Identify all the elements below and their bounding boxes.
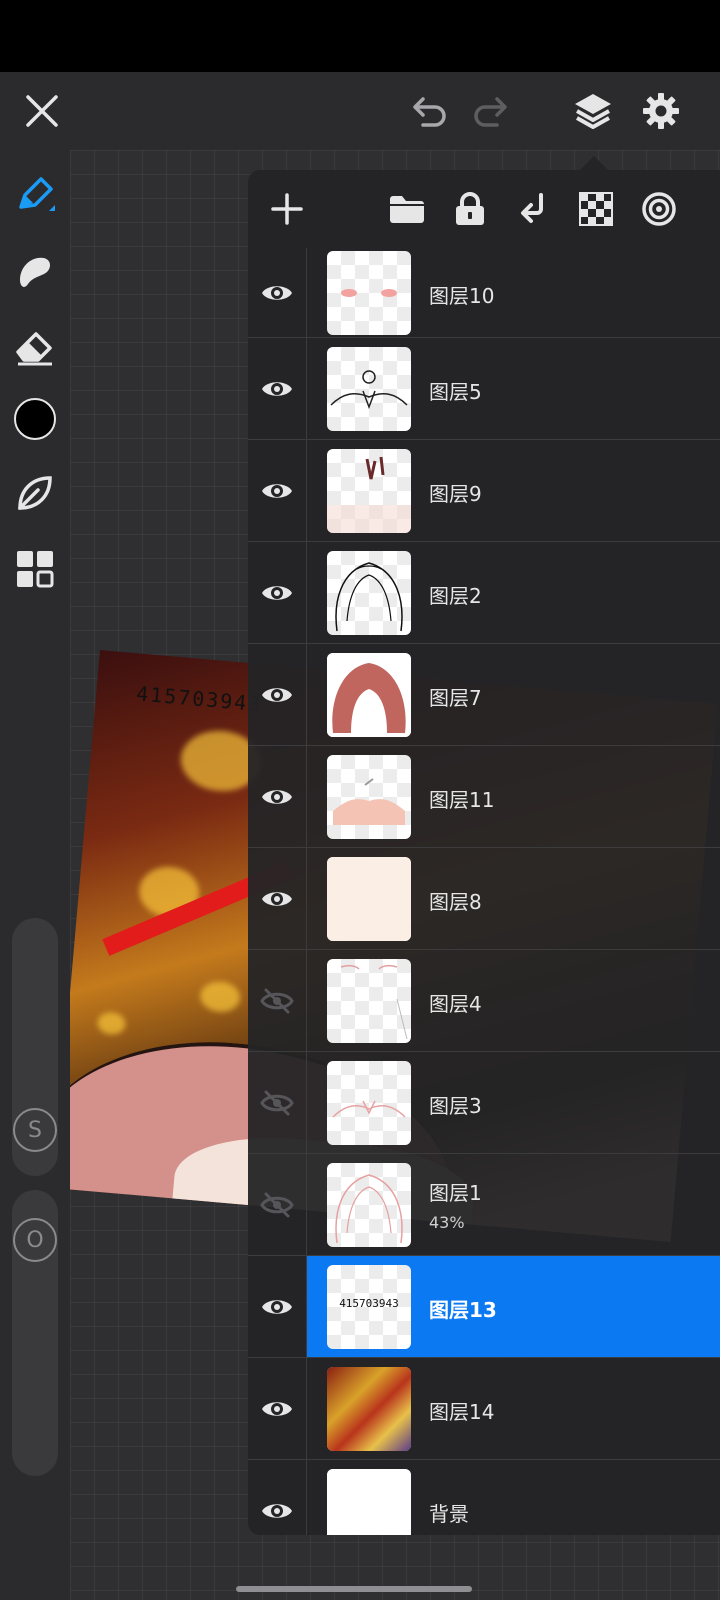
eye-icon[interactable]: [248, 1256, 306, 1357]
layer-row[interactable]: 图层3: [248, 1052, 720, 1154]
layer-thumbnail[interactable]: [327, 653, 411, 737]
layer-row[interactable]: 图层7: [248, 644, 720, 746]
row-divider: [306, 1460, 307, 1535]
layer-thumb-text: 415703943: [339, 1297, 399, 1310]
artwork-signature: 415703943: [135, 681, 264, 717]
row-divider: [306, 1154, 307, 1255]
layer-thumbnail[interactable]: [327, 1469, 411, 1535]
layer-name: 图层5: [429, 380, 482, 404]
layer-name: 图层10: [429, 284, 495, 308]
redo-icon[interactable]: [466, 72, 516, 150]
blend-mode-icon[interactable]: [634, 184, 684, 234]
row-divider: [306, 1256, 307, 1357]
lock-icon[interactable]: [445, 184, 495, 234]
layer-thumbnail[interactable]: [327, 1061, 411, 1145]
eye-icon[interactable]: [248, 440, 306, 541]
layer-thumbnail[interactable]: [327, 1163, 411, 1247]
layer-name: 图层3: [429, 1094, 482, 1118]
layer-row[interactable]: 图层2: [248, 542, 720, 644]
layer-name: 图层4: [429, 992, 482, 1016]
eye-icon[interactable]: [248, 746, 306, 847]
grid-menu-icon[interactable]: [10, 544, 60, 594]
layers-panel: 图层10 图层5 图层9 图层2 图层7 图层11 图层8 图层4 图层3 图层1 43% 41570…: [248, 170, 720, 1535]
add-layer-icon[interactable]: [262, 184, 312, 234]
layer-row[interactable]: 图层9: [248, 440, 720, 542]
row-divider: [306, 542, 307, 643]
eye-hidden-icon[interactable]: [248, 1052, 306, 1153]
eye-hidden-icon[interactable]: [248, 950, 306, 1051]
layer-thumbnail[interactable]: [327, 551, 411, 635]
brush-icon[interactable]: [10, 170, 60, 220]
transform-leaf-icon[interactable]: [10, 468, 60, 518]
tool-sidebar: S O: [0, 150, 70, 1600]
color-swatch[interactable]: [10, 394, 60, 444]
row-divider: [306, 248, 307, 337]
eraser-icon[interactable]: [10, 322, 60, 372]
eye-icon[interactable]: [248, 1358, 306, 1459]
layer-row[interactable]: 图层5: [248, 338, 720, 440]
eye-icon[interactable]: [248, 338, 306, 439]
layer-opacity: 43%: [429, 1213, 465, 1232]
layer-name: 图层2: [429, 584, 482, 608]
layer-thumbnail[interactable]: [327, 857, 411, 941]
layer-name: 图层11: [429, 788, 495, 812]
merge-down-icon[interactable]: [508, 184, 558, 234]
layer-thumbnail[interactable]: [327, 251, 411, 335]
layer-name: 图层8: [429, 890, 482, 914]
layer-row[interactable]: 图层8: [248, 848, 720, 950]
alpha-lock-icon[interactable]: [571, 184, 621, 234]
layer-name: 图层7: [429, 686, 482, 710]
row-divider: [306, 848, 307, 949]
panel-caret: [580, 156, 608, 170]
layer-row[interactable]: 415703943 图层13: [248, 1256, 720, 1358]
layers-panel-header: [248, 170, 720, 248]
layer-thumbnail[interactable]: [327, 1367, 411, 1451]
row-divider: [306, 746, 307, 847]
layer-thumbnail[interactable]: [327, 755, 411, 839]
settings-icon[interactable]: [634, 72, 688, 150]
layer-name: 图层14: [429, 1400, 495, 1424]
undo-icon[interactable]: [404, 72, 454, 150]
layer-row[interactable]: 图层11: [248, 746, 720, 848]
status-bar: [0, 0, 720, 72]
row-divider: [306, 1052, 307, 1153]
layer-row[interactable]: 图层10: [248, 248, 720, 338]
layer-name: 图层13: [429, 1298, 497, 1322]
layer-row[interactable]: 图层4: [248, 950, 720, 1052]
row-divider: [306, 644, 307, 745]
eye-hidden-icon[interactable]: [248, 1154, 306, 1255]
layer-thumbnail[interactable]: 415703943: [327, 1265, 411, 1349]
layer-list: 图层10 图层5 图层9 图层2 图层7 图层11 图层8 图层4 图层3 图层1 43% 41570…: [248, 248, 720, 1535]
layers-icon[interactable]: [566, 72, 620, 150]
brush-size-knob[interactable]: S: [13, 1108, 57, 1152]
eye-icon[interactable]: [248, 542, 306, 643]
layer-name: 背景: [429, 1502, 469, 1526]
layer-row[interactable]: 图层1 43%: [248, 1154, 720, 1256]
top-bar: [0, 72, 720, 150]
layer-thumbnail[interactable]: [327, 449, 411, 533]
home-indicator[interactable]: [236, 1586, 472, 1592]
eye-icon[interactable]: [248, 1460, 306, 1535]
row-divider: [306, 338, 307, 439]
eye-icon[interactable]: [248, 248, 306, 337]
layer-row[interactable]: 图层14: [248, 1358, 720, 1460]
layer-name: 图层9: [429, 482, 482, 506]
row-divider: [306, 950, 307, 1051]
eye-icon[interactable]: [248, 644, 306, 745]
close-icon[interactable]: [14, 72, 70, 150]
smudge-icon[interactable]: [10, 246, 60, 296]
layer-thumbnail[interactable]: [327, 347, 411, 431]
row-divider: [306, 1358, 307, 1459]
row-divider: [306, 440, 307, 541]
brush-opacity-knob[interactable]: O: [13, 1218, 57, 1262]
layer-row[interactable]: 背景: [248, 1460, 720, 1535]
layer-name: 图层1: [429, 1181, 482, 1205]
layer-thumbnail[interactable]: [327, 959, 411, 1043]
folder-icon[interactable]: [382, 184, 432, 234]
eye-icon[interactable]: [248, 848, 306, 949]
